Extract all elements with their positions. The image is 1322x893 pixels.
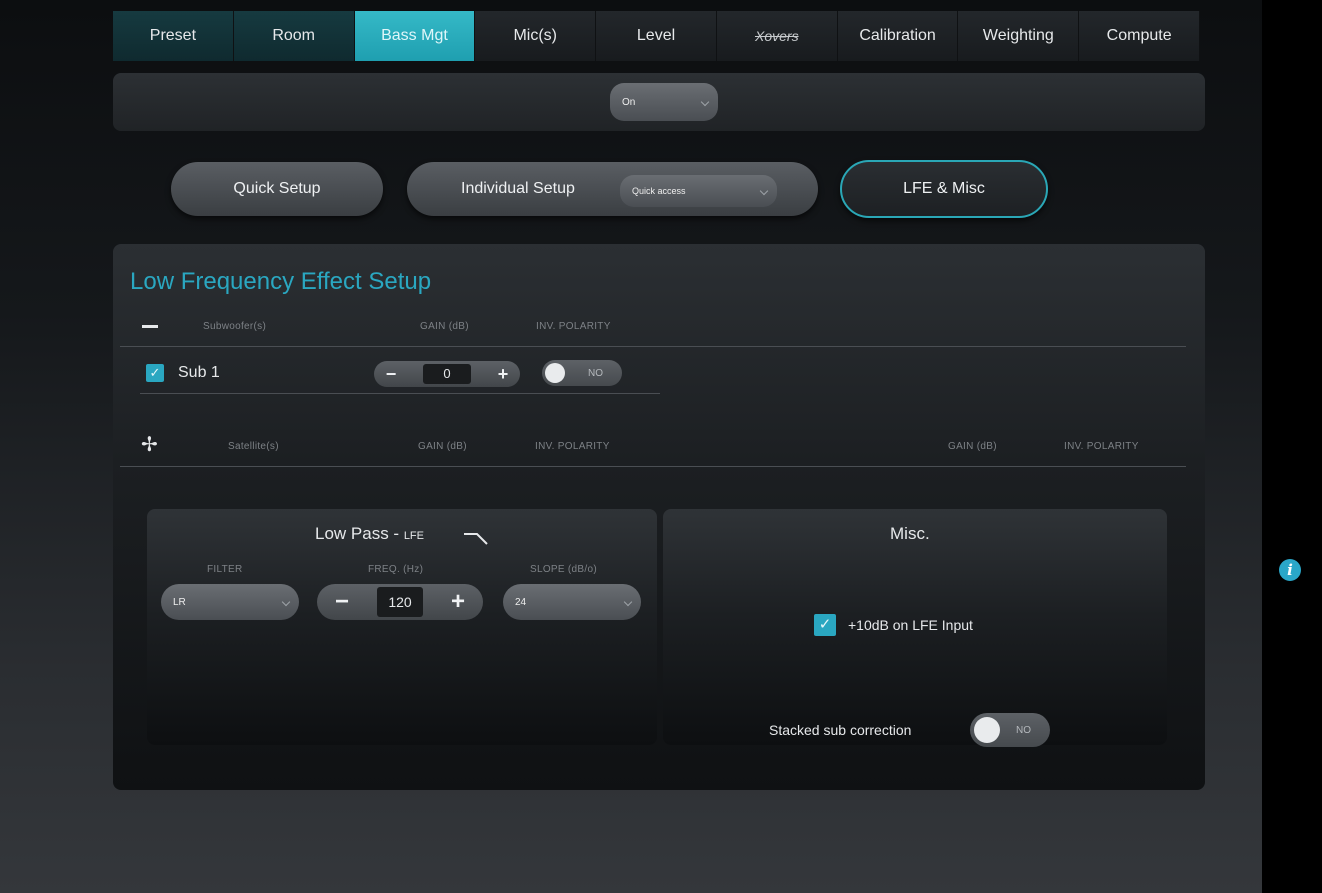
slope-select[interactable]: 24 [503,584,641,620]
tab-room[interactable]: Room [233,11,355,61]
divider [140,393,660,394]
misc-title: Misc. [890,524,930,543]
right-sidebar [1262,0,1322,893]
toggle-knob [545,363,565,383]
collapse-icon[interactable] [142,325,158,328]
freq-label: FREQ. (Hz) [368,564,424,575]
lfe-input-label: +10dB on LFE Input [848,617,973,633]
sub1-label: Sub 1 [178,364,220,381]
sub1-checkbox[interactable]: ✓ [146,364,164,382]
lfe-misc-button[interactable]: LFE & Misc [840,160,1048,218]
sat-header-name: Satellite(s) [228,441,279,452]
freq-value[interactable]: 120 [377,587,423,617]
tab-xovers[interactable]: Xovers [716,11,838,61]
sat-header-gain-2: GAIN (dB) [948,441,997,452]
toggle-knob [974,717,1000,743]
quick-setup-label: Quick Setup [233,180,321,197]
section-title: Low Frequency Effect Setup [130,268,432,295]
divider [120,466,1186,467]
lfe-misc-label: LFE & Misc [903,180,985,197]
filter-value: LR [173,596,186,608]
low-pass-title-lfe: LFE [403,530,424,542]
decrement-button[interactable]: − [317,588,367,616]
low-pass-title: Low Pass - LFE [315,524,424,544]
sat-header-gain: GAIN (dB) [418,441,467,452]
divider [120,346,1186,347]
main-tabs: Preset Room Bass Mgt Mic(s) Level Xovers… [113,11,1201,61]
quick-access-label: Quick access [632,186,686,196]
chevron-down-icon [700,97,710,107]
filter-label: FILTER [207,564,243,575]
increment-button[interactable]: + [486,364,520,385]
sub1-polarity-toggle[interactable]: NO [542,360,622,386]
chevron-down-icon [281,597,291,607]
quick-setup-button[interactable]: Quick Setup [171,162,383,216]
stacked-sub-toggle[interactable]: NO [970,713,1050,747]
slope-label: SLOPE (dB/o) [530,564,597,575]
chevron-down-icon [759,186,769,196]
sub-header-name: Subwoofer(s) [203,321,267,332]
lfe-input-checkbox[interactable]: ✓ [814,614,836,636]
sat-header-polarity-2: INV. POLARITY [1064,441,1139,452]
expand-icon[interactable]: ✢ [141,432,158,457]
stacked-sub-value: NO [1016,725,1031,736]
tab-calibration[interactable]: Calibration [837,11,959,61]
low-pass-title-text: Low Pass - [315,524,404,543]
tab-preset[interactable]: Preset [113,11,234,61]
freq-stepper: − 120 + [317,584,483,620]
filter-select[interactable]: LR [161,584,299,620]
stacked-sub-label: Stacked sub correction [769,722,912,738]
bass-mgt-mode-select[interactable]: On [610,83,718,121]
individual-setup-label: Individual Setup [461,180,575,197]
sat-header-polarity: INV. POLARITY [535,441,610,452]
sub1-gain-value[interactable]: 0 [423,364,471,384]
info-icon[interactable]: i [1279,559,1301,581]
sub-header-polarity: INV. POLARITY [536,321,611,332]
tab-weighting[interactable]: Weighting [958,11,1080,61]
tab-level[interactable]: Level [596,11,717,61]
quick-access-select[interactable]: Quick access [620,175,777,207]
mode-select-value: On [622,96,636,108]
slope-value: 24 [515,596,527,608]
increment-button[interactable]: + [433,588,483,616]
sub-header-gain: GAIN (dB) [420,321,469,332]
decrement-button[interactable]: − [374,364,408,385]
low-pass-curve-icon [464,533,488,545]
tab-compute[interactable]: Compute [1079,11,1201,61]
sub1-polarity-value: NO [588,368,603,379]
tab-bass-mgt[interactable]: Bass Mgt [354,11,476,61]
sub1-gain-stepper: − 0 + [374,361,520,387]
tab-mics[interactable]: Mic(s) [475,11,597,61]
chevron-down-icon [623,597,633,607]
low-pass-panel [147,509,657,745]
